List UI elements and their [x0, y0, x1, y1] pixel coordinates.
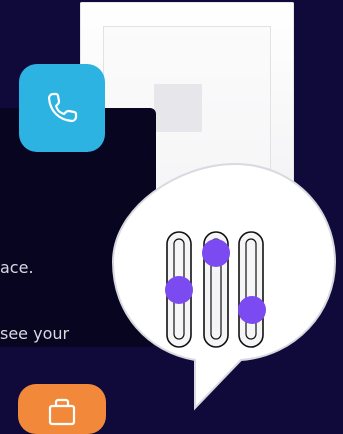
phone-icon: [47, 92, 78, 123]
slider-knob-1[interactable]: [165, 276, 193, 304]
toolbox-tile[interactable]: [18, 384, 106, 434]
controls-bubble: [103, 162, 343, 412]
toolbox-icon: [48, 398, 76, 426]
slider-knob-2[interactable]: [202, 239, 230, 267]
sliders-icon: [111, 162, 337, 411]
wall-plate-button: [154, 84, 202, 132]
slider-knob-3[interactable]: [238, 296, 266, 324]
phone-tile[interactable]: [19, 64, 105, 152]
slider-track-3[interactable]: [238, 231, 264, 348]
